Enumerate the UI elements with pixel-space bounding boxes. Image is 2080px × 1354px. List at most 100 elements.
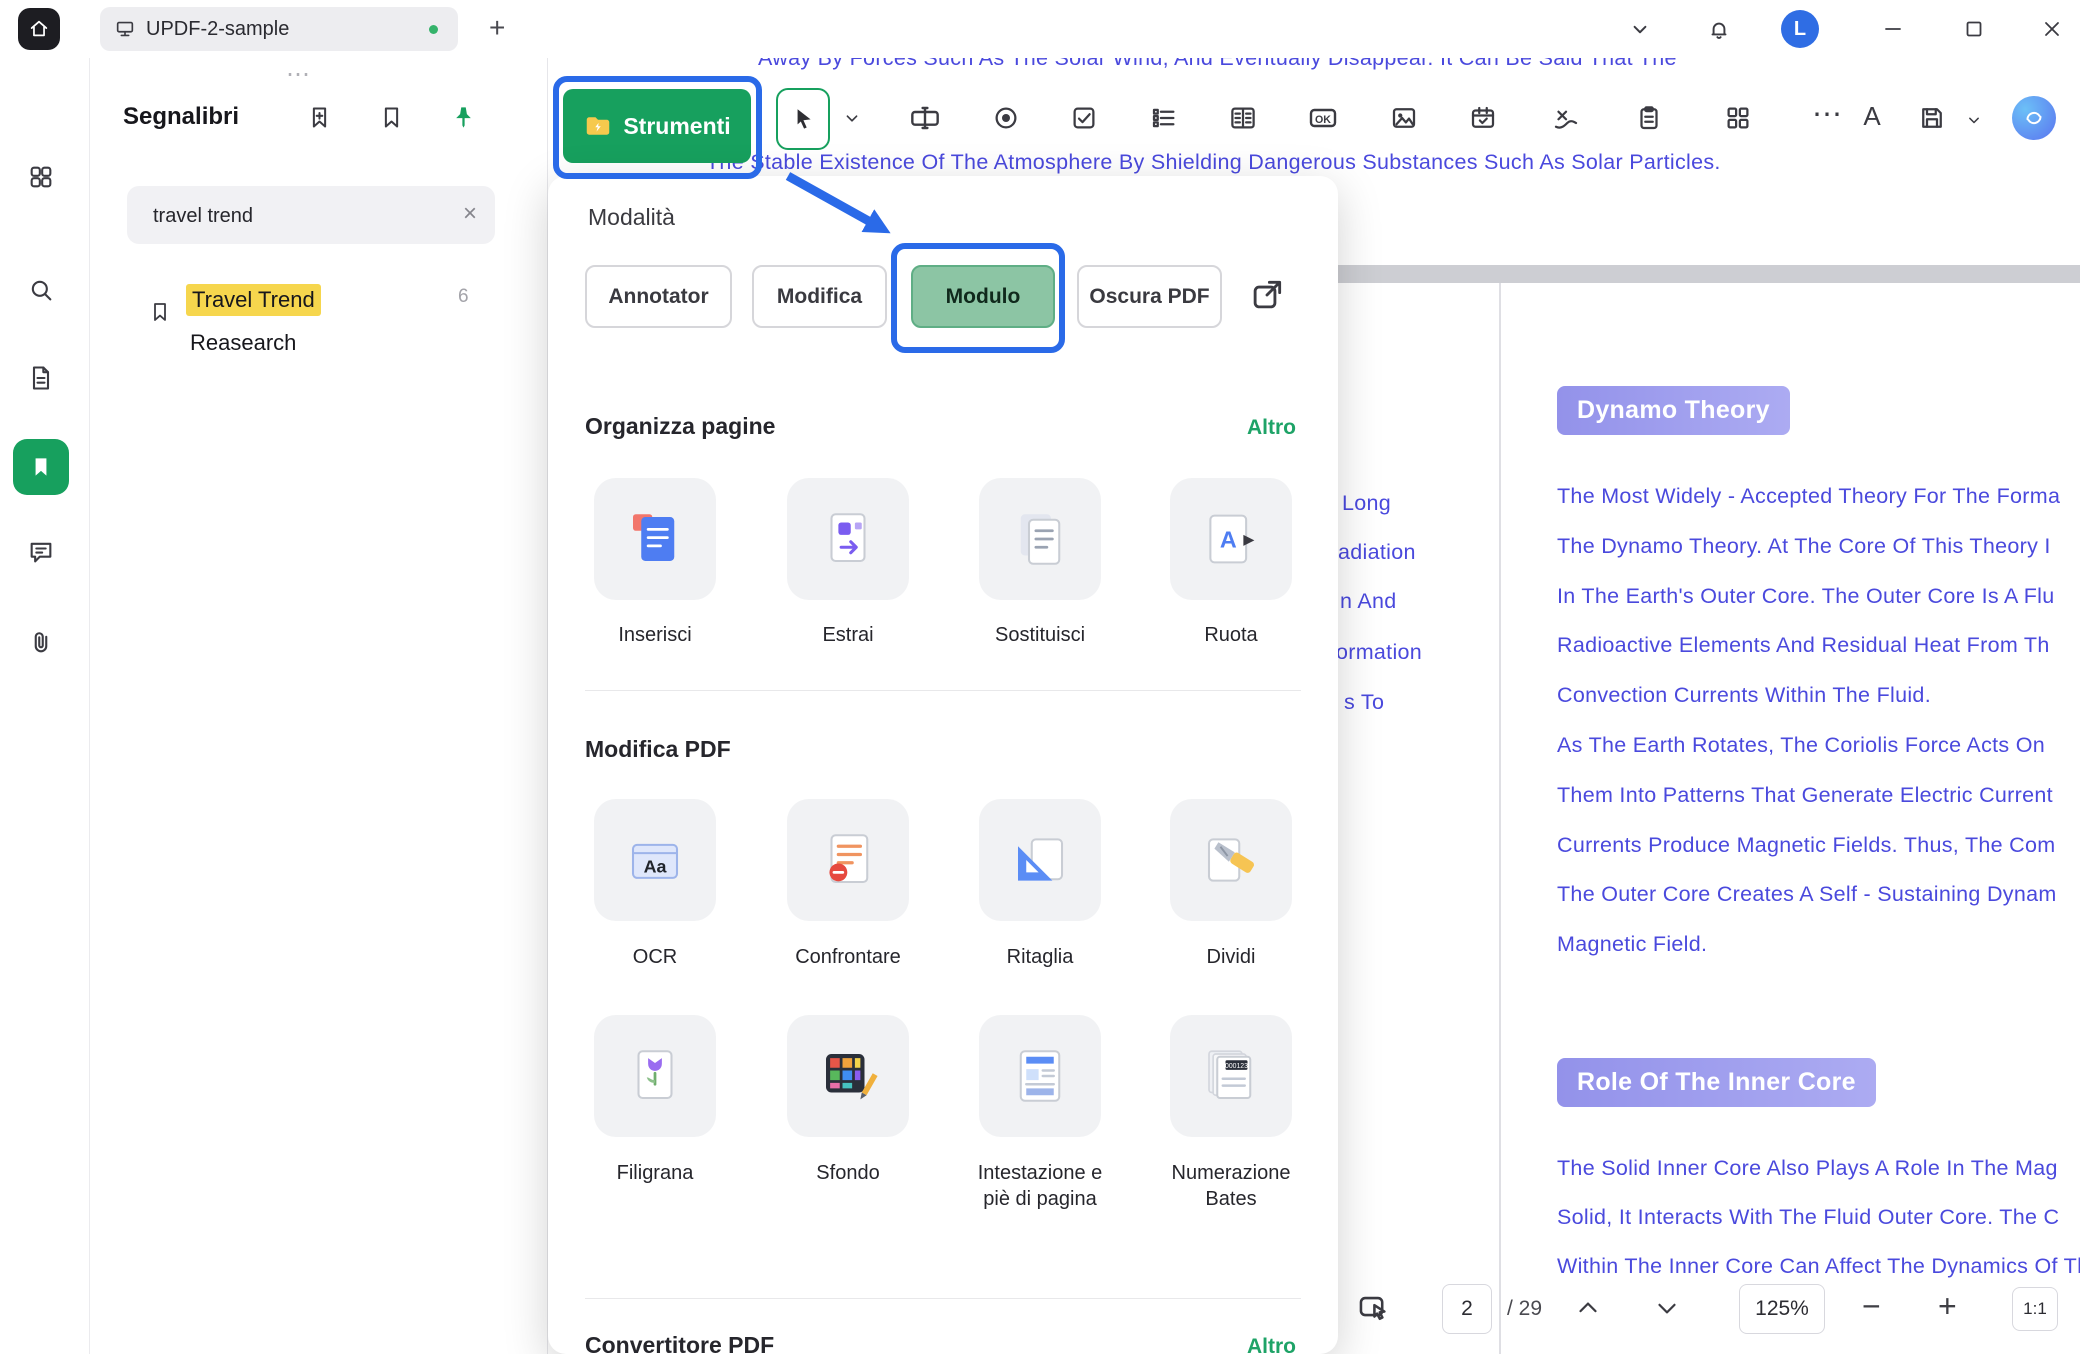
confrontare-icon bbox=[815, 827, 881, 893]
tool-sfondo-tile[interactable] bbox=[787, 1015, 909, 1137]
section-modifica-pdf-title: Modifica PDF bbox=[585, 736, 731, 763]
column-divider bbox=[1499, 283, 1501, 1354]
save-icon[interactable] bbox=[1910, 96, 1954, 140]
text-columns-icon[interactable] bbox=[1221, 96, 1265, 140]
bookmark-search-input[interactable] bbox=[151, 186, 445, 246]
tool-sostituisci-tile[interactable] bbox=[979, 478, 1101, 600]
home-button[interactable] bbox=[18, 8, 60, 50]
ok-stamp-icon[interactable]: OK bbox=[1301, 96, 1345, 140]
signature-field-icon[interactable] bbox=[1544, 96, 1588, 140]
doc-heading-dynamo-theory: Dynamo Theory bbox=[1557, 386, 1790, 435]
text-field-icon[interactable] bbox=[903, 96, 947, 140]
actual-size-button[interactable]: 1:1 bbox=[2012, 1287, 2058, 1331]
doc-paragraph: The Solid Inner Core Also Plays A Role I… bbox=[1557, 1144, 2080, 1291]
comments-panel-icon[interactable] bbox=[27, 538, 55, 566]
list-form-icon[interactable] bbox=[1142, 96, 1186, 140]
zoom-in-button[interactable]: + bbox=[1938, 1288, 1957, 1325]
titlebar: UPDF-2-sample + L bbox=[0, 0, 2080, 58]
strumenti-highlight-box bbox=[553, 76, 762, 179]
clear-search-icon[interactable]: × bbox=[463, 200, 477, 228]
panel-drag-dots: ⋯ bbox=[286, 60, 312, 89]
tool-filigrana-tile[interactable] bbox=[594, 1015, 716, 1137]
mode-oscura-pdf-button[interactable]: Oscura PDF bbox=[1077, 265, 1222, 328]
cursor-icon bbox=[790, 106, 816, 132]
page-down-icon[interactable] bbox=[1645, 1286, 1689, 1330]
select-tool-chevron-icon[interactable] bbox=[830, 96, 874, 140]
image-icon[interactable] bbox=[1382, 96, 1426, 140]
estrai-icon bbox=[815, 506, 881, 572]
section-convertitore-title: Convertitore PDF bbox=[585, 1332, 774, 1354]
monitor-icon bbox=[114, 18, 136, 40]
ruota-icon: A bbox=[1198, 506, 1264, 572]
pages-panel-icon[interactable] bbox=[27, 364, 55, 392]
numerazione-bates-icon: 000123 bbox=[1198, 1043, 1264, 1109]
new-tab-button[interactable]: + bbox=[489, 12, 505, 44]
select-tool-button[interactable] bbox=[776, 88, 830, 150]
attachments-panel-icon[interactable] bbox=[27, 628, 55, 656]
user-avatar[interactable]: L bbox=[1781, 10, 1819, 48]
bookmark-item-subtitle: Reasearch bbox=[190, 330, 296, 356]
search-panel-icon[interactable] bbox=[27, 276, 55, 304]
tool-intestazione-label: Intestazione e piè di pagina bbox=[976, 1160, 1104, 1212]
doc-fragment: Long bbox=[1342, 491, 1391, 516]
bookmarks-panel-icon-active[interactable] bbox=[13, 439, 69, 495]
tool-inserisci-label: Inserisci bbox=[585, 622, 725, 648]
tool-confrontare-label: Confrontare bbox=[778, 944, 918, 970]
clipboard-icon[interactable] bbox=[1627, 96, 1671, 140]
bookmarks-panel-title: Segnalibri bbox=[123, 103, 239, 131]
bookmark-icon[interactable] bbox=[378, 104, 405, 131]
page-number-input[interactable]: 2 bbox=[1442, 1284, 1492, 1334]
tool-ocr-tile[interactable]: Aa bbox=[594, 799, 716, 921]
minimize-button[interactable] bbox=[1871, 7, 1915, 51]
doc-heading-inner-core: Role Of The Inner Core bbox=[1557, 1058, 1876, 1107]
maximize-button[interactable] bbox=[1952, 7, 1996, 51]
svg-text:OK: OK bbox=[1315, 114, 1331, 126]
bookmark-list-item[interactable]: Travel Trend Reasearch 6 bbox=[90, 276, 548, 372]
tabs-chevron-icon[interactable] bbox=[1618, 7, 1662, 51]
svg-text:A: A bbox=[1220, 526, 1237, 552]
bookmark-item-count: 6 bbox=[458, 286, 469, 308]
save-chevron-icon[interactable] bbox=[1952, 98, 1996, 142]
tool-dividi-tile[interactable] bbox=[1170, 799, 1292, 921]
document-tab[interactable]: UPDF-2-sample bbox=[100, 7, 458, 51]
more-options-icon[interactable]: ⋯ bbox=[1805, 92, 1849, 136]
tool-confrontare-tile[interactable] bbox=[787, 799, 909, 921]
zoom-out-button[interactable]: − bbox=[1862, 1288, 1881, 1325]
bookmark-add-icon[interactable] bbox=[306, 104, 333, 131]
left-rail bbox=[0, 58, 90, 1354]
tool-ritaglia-tile[interactable] bbox=[979, 799, 1101, 921]
tool-numerazione-bates-tile[interactable]: 000123 bbox=[1170, 1015, 1292, 1137]
font-tool-button[interactable]: A bbox=[1850, 94, 1894, 138]
mode-modifica-button[interactable]: Modifica bbox=[752, 265, 887, 328]
tool-estrai-label: Estrai bbox=[778, 622, 918, 648]
doc-paragraph: The Most Widely - Accepted Theory For Th… bbox=[1557, 472, 2080, 970]
tool-intestazione-tile[interactable] bbox=[979, 1015, 1101, 1137]
close-button[interactable] bbox=[2030, 7, 2074, 51]
open-in-window-icon[interactable] bbox=[1248, 276, 1286, 314]
convertitore-altro-link[interactable]: Altro bbox=[1247, 1335, 1296, 1354]
intestazione-icon bbox=[1007, 1043, 1073, 1109]
layout-grid-icon[interactable] bbox=[1716, 96, 1760, 140]
notifications-bell-icon[interactable] bbox=[1697, 7, 1741, 51]
bookmark-search-box[interactable]: × bbox=[127, 186, 495, 244]
pin-icon[interactable] bbox=[450, 104, 477, 131]
mode-annotator-button[interactable]: Annotator bbox=[585, 265, 732, 328]
ai-assistant-icon[interactable] bbox=[2012, 96, 2056, 140]
organizza-altro-link[interactable]: Altro bbox=[1247, 416, 1296, 440]
dashboard-grid-icon[interactable] bbox=[27, 163, 55, 191]
zoom-level-box[interactable]: 125% bbox=[1739, 1284, 1825, 1334]
checkbox-icon[interactable] bbox=[1062, 96, 1106, 140]
radio-button-icon[interactable] bbox=[984, 96, 1028, 140]
section-organizza-title: Organizza pagine bbox=[585, 413, 775, 440]
ocr-icon: Aa bbox=[622, 827, 688, 893]
tool-ruota-tile[interactable]: A bbox=[1170, 478, 1292, 600]
date-field-icon[interactable] bbox=[1461, 96, 1505, 140]
page-fit-icon[interactable] bbox=[1351, 1286, 1395, 1330]
page-up-icon[interactable] bbox=[1566, 1286, 1610, 1330]
tool-sfondo-label: Sfondo bbox=[778, 1160, 918, 1186]
tool-inserisci-tile[interactable] bbox=[594, 478, 716, 600]
doc-fragment: n And bbox=[1340, 589, 1397, 614]
tool-ritaglia-label: Ritaglia bbox=[970, 944, 1110, 970]
filigrana-icon bbox=[622, 1043, 688, 1109]
tool-estrai-tile[interactable] bbox=[787, 478, 909, 600]
